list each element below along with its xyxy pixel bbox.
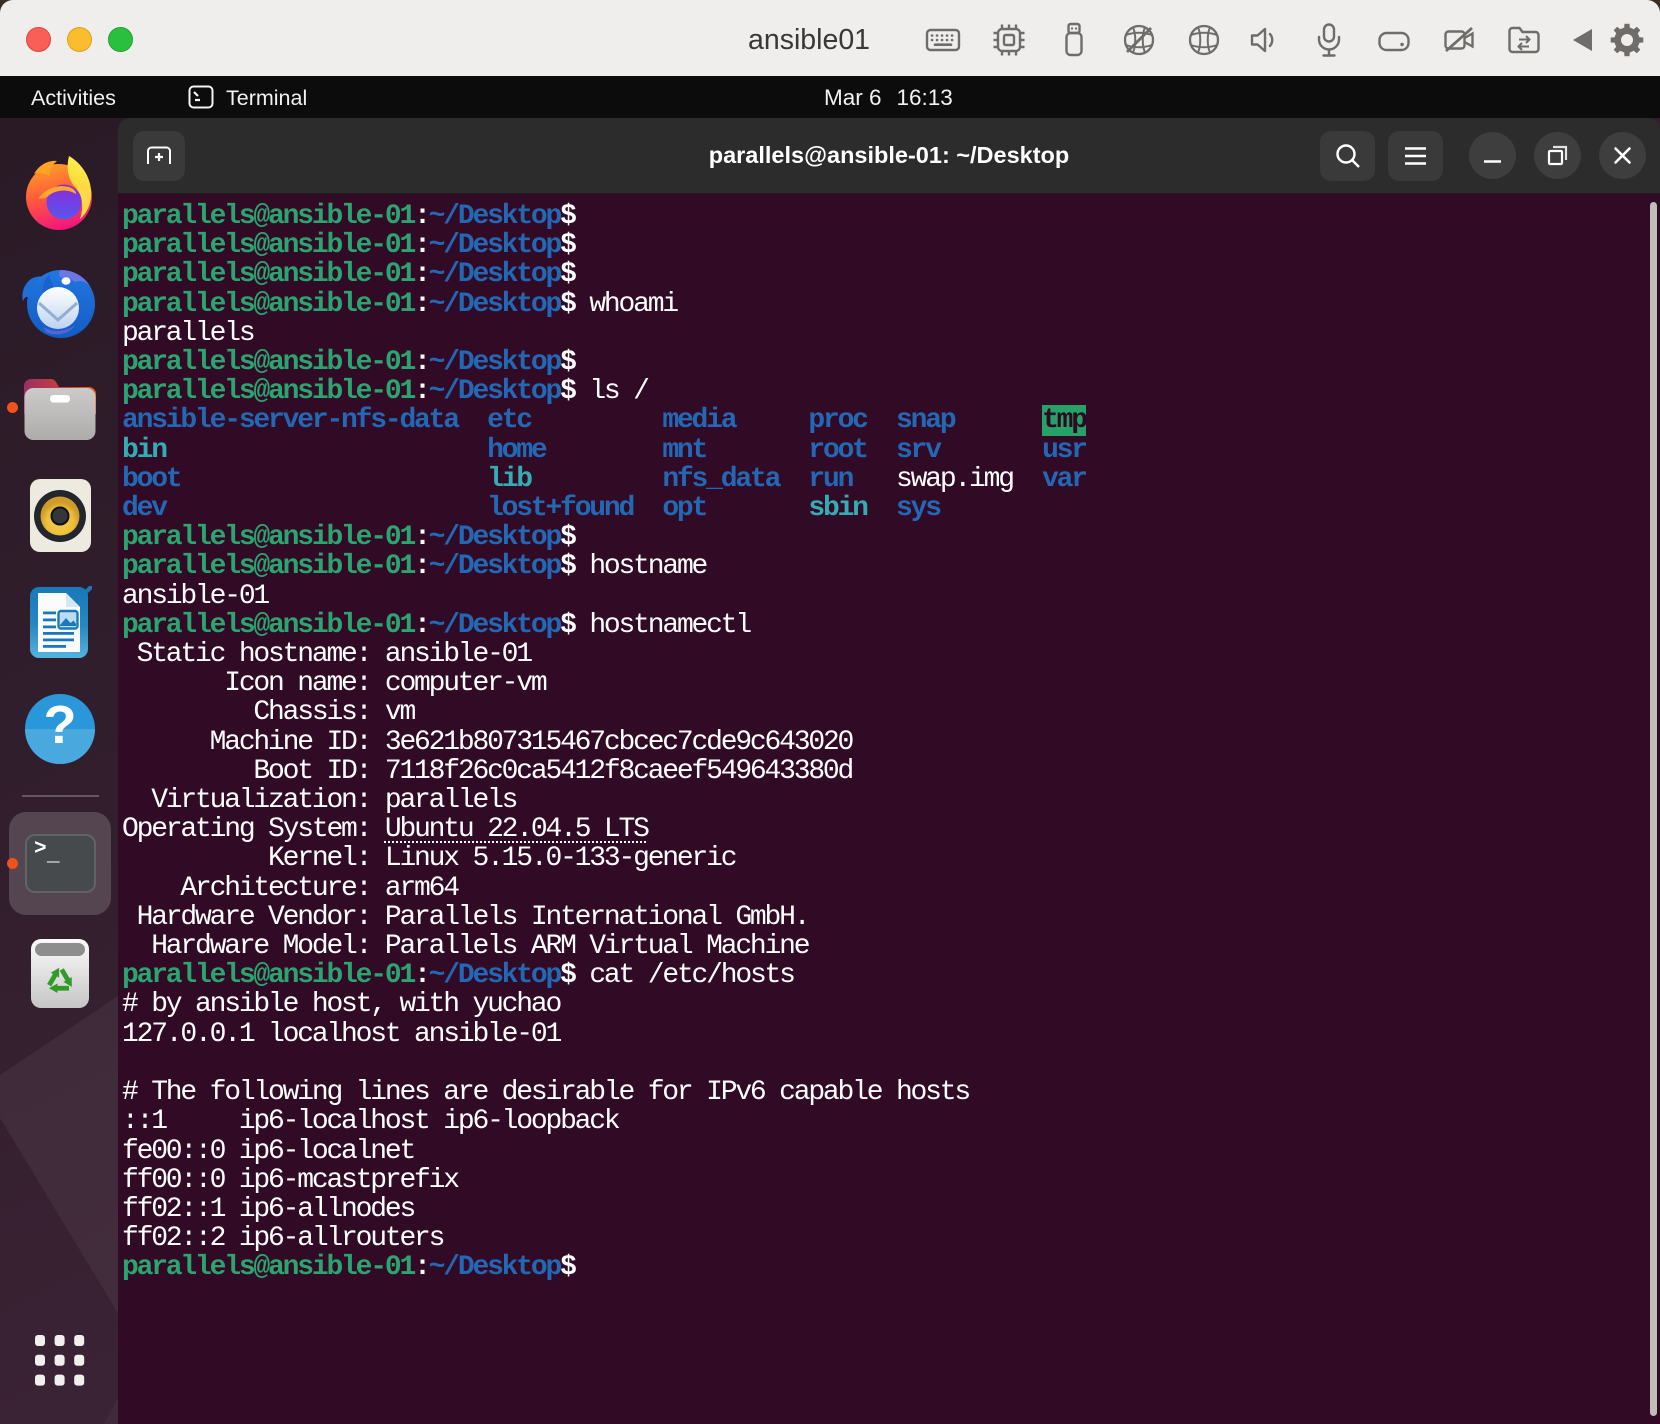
svg-text:?: ? [44, 695, 77, 755]
